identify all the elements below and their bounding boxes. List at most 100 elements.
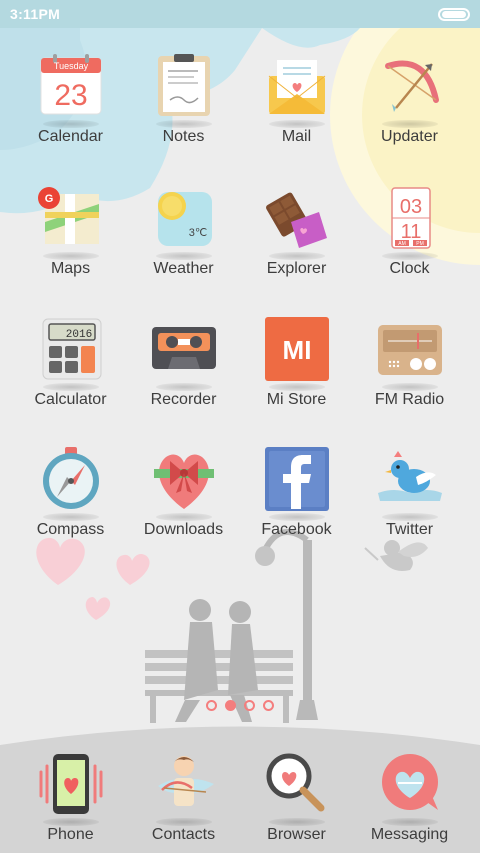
dock-contacts[interactable]: Contacts <box>127 748 240 853</box>
icon-shadow <box>155 383 212 391</box>
app-label: Contacts <box>151 826 216 843</box>
app-downloads[interactable]: Downloads <box>127 443 240 561</box>
mi-store-icon: MI <box>261 313 333 391</box>
app-facebook[interactable]: Facebook <box>240 443 353 561</box>
app-label: Phone <box>47 826 94 843</box>
app-mail[interactable]: Mail <box>240 50 353 168</box>
app-calendar[interactable]: Tuesday 23 Calendar <box>14 50 127 168</box>
app-label: Facebook <box>261 521 332 538</box>
cupid-icon <box>148 748 220 826</box>
page-dot-1[interactable] <box>206 700 217 711</box>
app-label: Maps <box>50 260 91 277</box>
status-bar: 3:11PM <box>0 0 480 28</box>
app-label: Notes <box>162 128 205 145</box>
icon-shadow <box>268 120 325 128</box>
app-weather[interactable]: 3℃ Weather <box>127 182 240 300</box>
icon-shadow <box>155 818 212 826</box>
app-label: Calendar <box>38 128 103 145</box>
home-row-4: Compass Downloads Facebook Twitter <box>0 443 480 563</box>
app-recorder[interactable]: Recorder <box>127 313 240 431</box>
app-label: Compass <box>36 521 105 538</box>
battery-fill <box>442 10 466 18</box>
icon-shadow <box>381 383 438 391</box>
icon-shadow <box>381 818 438 826</box>
clock-hour: 03 <box>399 196 421 218</box>
app-label: Mi Store <box>266 391 327 408</box>
app-updater[interactable]: Updater <box>353 50 466 168</box>
calendar-day: 23 <box>54 79 87 112</box>
icon-shadow <box>268 252 325 260</box>
calculator-icon: 2016 <box>35 313 107 391</box>
icon-shadow <box>42 120 99 128</box>
message-bubble-icon <box>374 748 446 826</box>
clock-icon: 03 11 AM PM <box>374 182 446 260</box>
app-calculator[interactable]: 2016 Calculator <box>14 313 127 431</box>
icon-shadow <box>42 513 99 521</box>
app-label: Mail <box>281 128 312 145</box>
weather-icon: 3℃ <box>148 182 220 260</box>
calendar-weekday: Tuesday <box>53 61 88 71</box>
icon-shadow <box>42 252 99 260</box>
notes-icon <box>148 50 220 128</box>
page-dot-2[interactable] <box>225 700 236 711</box>
app-explorer[interactable]: Explorer <box>240 182 353 300</box>
app-label: Twitter <box>385 521 434 538</box>
icon-shadow <box>268 383 325 391</box>
clock-pm: PM <box>416 241 424 247</box>
compass-icon <box>35 443 107 521</box>
app-compass[interactable]: Compass <box>14 443 127 561</box>
weather-temperature: 3℃ <box>188 227 206 239</box>
icon-shadow <box>268 818 325 826</box>
app-label: Clock <box>389 260 430 277</box>
radio-icon <box>374 313 446 391</box>
mi-logo: MI <box>282 335 311 365</box>
app-label: Calculator <box>34 391 107 408</box>
dock: Phone Contacts Browser Messaging <box>0 730 480 853</box>
battery-icon <box>438 7 470 21</box>
app-maps[interactable]: G Maps <box>14 182 127 300</box>
icon-shadow <box>155 120 212 128</box>
app-fm-radio[interactable]: FM Radio <box>353 313 466 431</box>
home-row-3: 2016 Calculator Recorder MI Mi Store FM … <box>0 313 480 433</box>
app-notes[interactable]: Notes <box>127 50 240 168</box>
app-label: Updater <box>381 128 438 145</box>
dock-phone[interactable]: Phone <box>14 748 127 853</box>
heart-gift-icon <box>148 443 220 521</box>
home-row-1: Tuesday 23 Calendar Notes Mail Updater <box>0 50 480 170</box>
app-mi-store[interactable]: MI Mi Store <box>240 313 353 431</box>
icon-shadow <box>42 383 99 391</box>
facebook-icon <box>261 443 333 521</box>
calculator-display: 2016 <box>65 329 91 341</box>
icon-shadow <box>381 252 438 260</box>
phone-icon <box>35 748 107 826</box>
app-clock[interactable]: 03 11 AM PM Clock <box>353 182 466 300</box>
home-row-2: G Maps 3℃ Weather Explorer 03 11 AM PM C… <box>0 182 480 302</box>
icon-shadow <box>42 818 99 826</box>
dock-messaging[interactable]: Messaging <box>353 748 466 853</box>
app-label: FM Radio <box>374 391 445 408</box>
mail-icon <box>261 50 333 128</box>
bird-icon <box>374 443 446 521</box>
status-time: 3:11PM <box>10 6 61 22</box>
page-dot-4[interactable] <box>263 700 274 711</box>
maps-icon: G <box>35 182 107 260</box>
svg-text:G: G <box>44 193 53 205</box>
page-dot-3[interactable] <box>244 700 255 711</box>
magnifier-icon <box>261 748 333 826</box>
app-label: Explorer <box>266 260 327 277</box>
app-label: Recorder <box>150 391 217 408</box>
app-label: Messaging <box>370 826 449 843</box>
clock-minute: 11 <box>400 221 421 243</box>
icon-shadow <box>268 513 325 521</box>
icon-shadow <box>155 513 212 521</box>
calendar-icon: Tuesday 23 <box>35 50 107 128</box>
app-twitter[interactable]: Twitter <box>353 443 466 561</box>
app-label: Weather <box>153 260 214 277</box>
explorer-icon <box>261 182 333 260</box>
bow-arrow-icon <box>374 50 446 128</box>
app-label: Browser <box>267 826 326 843</box>
page-indicator[interactable] <box>0 700 480 711</box>
icon-shadow <box>381 513 438 521</box>
dock-browser[interactable]: Browser <box>240 748 353 853</box>
clock-am: AM <box>398 241 406 247</box>
